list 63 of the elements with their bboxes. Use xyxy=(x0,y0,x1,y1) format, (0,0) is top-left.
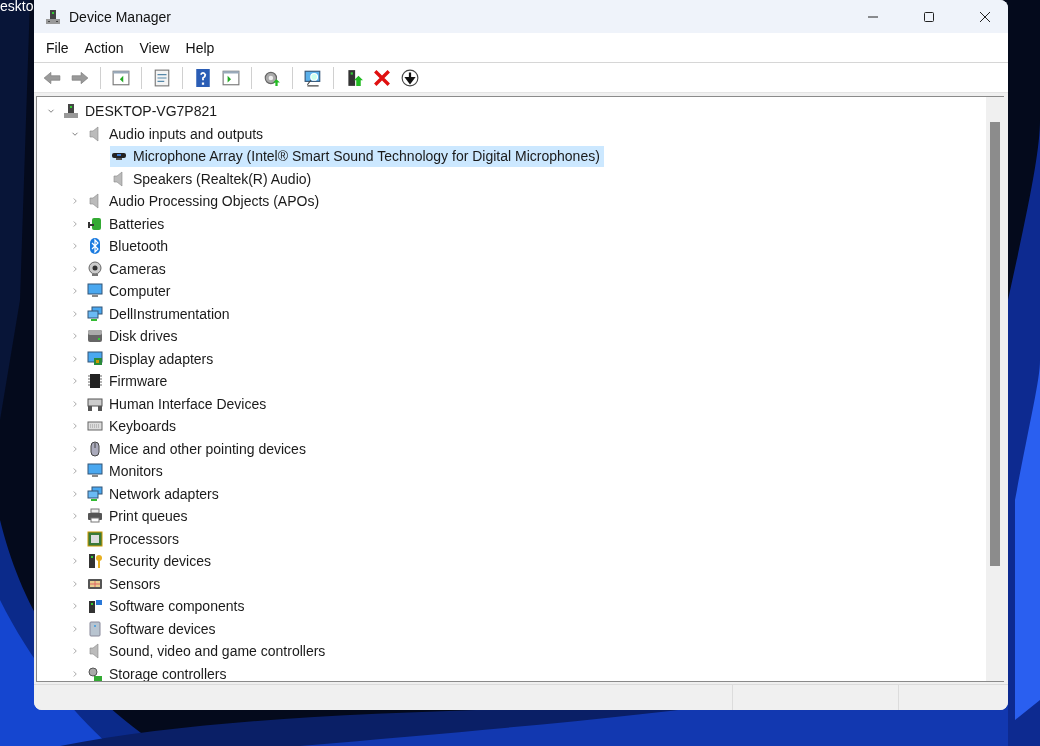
close-icon xyxy=(373,68,391,87)
computer-tower-icon xyxy=(63,103,79,120)
desktop-icon-label[interactable]: eskto xyxy=(0,0,34,14)
webcam-icon xyxy=(87,260,103,277)
keyboard-mouse-icon xyxy=(87,395,103,412)
tree-item[interactable]: Security devices xyxy=(86,550,215,572)
close-icon xyxy=(979,10,991,23)
tree-item[interactable]: Mice and other pointing devices xyxy=(86,438,310,460)
tree-item[interactable]: Sensors xyxy=(86,573,165,595)
tree-item[interactable]: Audio Processing Objects (APOs) xyxy=(86,190,324,212)
network-monitors-icon xyxy=(87,485,103,502)
printer-icon xyxy=(87,508,103,525)
tree-item[interactable]: Firmware xyxy=(86,370,172,392)
tree-item[interactable]: Processors xyxy=(86,528,184,550)
tree-item[interactable]: Cameras xyxy=(86,258,170,280)
bluetooth-icon xyxy=(87,238,103,255)
monitor-card-icon xyxy=(87,350,103,367)
menu-item[interactable]: View xyxy=(133,36,176,59)
tree-item[interactable]: Computer xyxy=(86,280,175,302)
properties-icon xyxy=(153,68,171,87)
monitor-icon xyxy=(87,283,103,300)
menu-item[interactable]: Help xyxy=(179,36,221,59)
tower-key-icon xyxy=(87,553,103,570)
console-tree-icon xyxy=(112,68,130,87)
disk-drive-icon xyxy=(87,328,103,345)
action-pane-icon xyxy=(222,68,240,87)
tree-item[interactable]: Print queues xyxy=(86,505,192,527)
tree-item[interactable]: Speakers (Realtek(R) Audio) xyxy=(110,168,316,190)
help-icon xyxy=(194,68,212,87)
tower-puzzle-icon xyxy=(87,598,103,615)
tree-item[interactable]: Microphone Array (Intel® Smart Sound Technology for Digital Microphones) xyxy=(110,145,604,167)
tree-item[interactable]: Network adapters xyxy=(86,483,223,505)
processor-icon xyxy=(87,530,103,547)
tree-item[interactable]: Audio inputs and outputs xyxy=(86,123,268,145)
scrollbar-thumb[interactable] xyxy=(990,122,1000,566)
window-title: Device Manager xyxy=(69,8,171,25)
chip-icon xyxy=(87,373,103,390)
tree-item[interactable]: DESKTOP-VG7P821 xyxy=(62,100,222,122)
tree-item[interactable]: Monitors xyxy=(86,460,167,482)
tree-item[interactable]: Keyboards xyxy=(86,415,180,437)
tower-up-arrow-icon xyxy=(345,68,363,87)
tree-item[interactable]: Disk drives xyxy=(86,325,182,347)
tree-item[interactable]: Bluetooth xyxy=(86,235,173,257)
tree-item[interactable]: Storage controllers xyxy=(86,663,231,681)
maximize-icon xyxy=(923,10,935,23)
monitor-icon xyxy=(87,463,103,480)
tree-item[interactable]: Display adapters xyxy=(86,348,218,370)
tree-item[interactable]: Sound, video and game controllers xyxy=(86,640,330,662)
computer-tower-icon xyxy=(45,8,61,25)
monitor-magnifier-icon xyxy=(304,68,322,87)
down-arrow-circle-icon xyxy=(401,68,419,87)
network-monitors-icon xyxy=(87,305,103,322)
server-tower-icon xyxy=(87,620,103,637)
tree-item[interactable]: Human Interface Devices xyxy=(86,393,271,415)
tree-item[interactable]: Software devices xyxy=(86,618,220,640)
storage-gear-icon xyxy=(87,665,103,681)
battery-plug-icon xyxy=(87,215,103,232)
vertical-scrollbar[interactable] xyxy=(986,97,1004,681)
menu-item[interactable]: Action xyxy=(78,36,130,59)
menu-item[interactable]: File xyxy=(40,36,75,59)
tree-item[interactable]: Batteries xyxy=(86,213,169,235)
tree-item[interactable]: DellInstrumentation xyxy=(86,303,234,325)
tree-item[interactable]: Software components xyxy=(86,595,249,617)
